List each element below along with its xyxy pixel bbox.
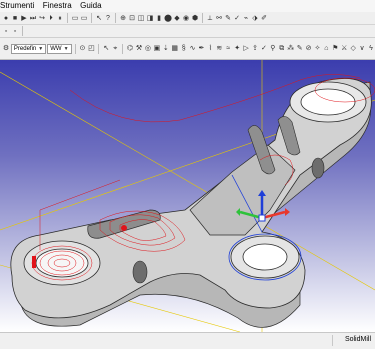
chevron-down-icon: ▼	[63, 45, 69, 52]
step-over-icon[interactable]: ↪	[38, 14, 46, 23]
simulate-icon[interactable]: ▷	[242, 44, 250, 53]
pin-icon[interactable]: ✎	[224, 14, 232, 23]
draw-style-icon[interactable]: ▮	[155, 14, 163, 23]
style-combo-value: Predefin	[13, 45, 37, 52]
annotation-icon[interactable]: ✐	[260, 14, 268, 23]
link-icon[interactable]: ⚯	[215, 14, 223, 23]
fit-selection-icon[interactable]: ◨	[146, 14, 154, 23]
record-macro-icon[interactable]: ●	[2, 14, 10, 23]
waterline-icon[interactable]: ≈	[224, 44, 232, 53]
style-combo[interactable]: Predefin ▼	[10, 43, 47, 54]
array-icon[interactable]: ⁂	[287, 44, 295, 53]
sphere-icon[interactable]: ⬤	[164, 14, 172, 23]
fit-all-icon[interactable]: ◫	[137, 14, 145, 23]
main-toolbar: ● ■ ▶ ⏭ ↪ ⏵ ⏸ ▭ ▭ ↖ ? ⊕ ⊡ ◫ ◨ ▮ ⬤ ◆ ◉ ⬢ …	[0, 12, 375, 25]
fit-icon[interactable]: ◰	[87, 44, 95, 53]
part-icon[interactable]: ◉	[182, 14, 190, 23]
zoom-icon[interactable]: ⊙	[79, 44, 87, 53]
tool-marker	[32, 256, 36, 268]
comment-icon[interactable]: ✎	[296, 44, 304, 53]
toolbit-icon[interactable]: ⚔	[340, 44, 348, 53]
tool-marker	[121, 225, 127, 231]
rapid-move	[69, 79, 301, 123]
step-into-icon[interactable]: ⏭	[29, 14, 37, 23]
pause-icon[interactable]: ⏸	[56, 14, 64, 23]
text-icon[interactable]: ▭	[80, 14, 88, 23]
secondary-toolbar: ▫ ▫	[0, 25, 375, 38]
surface-icon[interactable]: ≋	[215, 44, 223, 53]
macro-icon[interactable]: ⚙	[2, 44, 10, 53]
post-process-icon[interactable]: ⇪	[251, 44, 259, 53]
menu-finestra[interactable]: Finestra	[40, 0, 75, 12]
cube-icon[interactable]: ◆	[173, 14, 181, 23]
face-icon[interactable]: ▦	[171, 44, 179, 53]
toolbar-separator	[98, 43, 100, 54]
status-divider	[332, 335, 333, 346]
open-icon[interactable]: ▫	[11, 27, 19, 36]
play-macro-icon[interactable]: ▶	[20, 14, 28, 23]
probe-icon[interactable]: ⚑	[331, 44, 339, 53]
bottom-bore-hole	[242, 243, 288, 271]
document-icon[interactable]: ▭	[71, 14, 79, 23]
toolbar-separator	[202, 13, 203, 23]
toolbar-separator	[122, 43, 124, 54]
zoom-in-icon[interactable]: ⊕	[119, 14, 127, 23]
stop-op-icon[interactable]: ⊘	[305, 44, 313, 53]
menu-guida[interactable]: Guida	[77, 0, 104, 12]
axis-origin	[258, 214, 266, 222]
marker-icon[interactable]: ⬗	[251, 14, 259, 23]
inspect-icon[interactable]: ⚲	[269, 44, 277, 53]
custom-icon[interactable]: ✧	[314, 44, 322, 53]
bookmark-icon[interactable]: ✓	[233, 14, 241, 23]
area-icon[interactable]: ◇	[349, 44, 357, 53]
toolbar-separator	[115, 13, 116, 23]
model-scene	[0, 60, 375, 332]
sanity-icon[interactable]: ✓	[260, 44, 268, 53]
debug-icon[interactable]: ⏵	[47, 14, 55, 23]
body-icon[interactable]: ⬢	[191, 14, 199, 23]
copy-op-icon[interactable]: ⧉	[278, 44, 286, 53]
side-hole	[311, 157, 325, 179]
mode-combo-value: WW	[50, 45, 62, 52]
pointer-icon[interactable]: ↖	[95, 14, 103, 23]
deburr-icon[interactable]: ⌇	[206, 44, 214, 53]
profile-icon[interactable]: ◎	[144, 44, 152, 53]
dressup-icon[interactable]: ✦	[233, 44, 241, 53]
menu-bar: Strumenti Finestra Guida	[0, 0, 375, 12]
toolbar-separator	[22, 26, 23, 36]
zoom-box-icon[interactable]: ⊡	[128, 14, 136, 23]
thread-icon[interactable]: ϟ	[367, 44, 375, 53]
status-brand: SolidMill	[344, 336, 371, 343]
vcarve-icon[interactable]: ∨	[358, 44, 366, 53]
help-icon[interactable]: ?	[104, 14, 112, 23]
helix-icon[interactable]: §	[180, 44, 188, 53]
toolbar-separator	[91, 13, 92, 23]
fixture-icon[interactable]: ⌂	[322, 44, 330, 53]
tool-icon[interactable]: ⚒	[135, 44, 143, 53]
adaptive-icon[interactable]: ∿	[189, 44, 197, 53]
bracket-part	[10, 78, 372, 328]
chevron-down-icon: ▼	[38, 45, 44, 52]
pocket-icon[interactable]: ▣	[153, 44, 161, 53]
drill-icon[interactable]: ⇣	[162, 44, 170, 53]
engrave-icon[interactable]: ✒	[198, 44, 206, 53]
toolbar-separator	[74, 43, 76, 54]
job-icon[interactable]: ⌬	[126, 44, 134, 53]
stop-macro-icon[interactable]: ■	[11, 14, 19, 23]
new-file-icon[interactable]: ▫	[2, 27, 10, 36]
tag-icon[interactable]: ⌁	[242, 14, 250, 23]
cursor-icon[interactable]: ↖	[102, 44, 110, 53]
lower-side-hole	[132, 260, 148, 284]
3d-viewport[interactable]	[0, 60, 375, 332]
menu-strumenti[interactable]: Strumenti	[0, 0, 37, 12]
workbench-toolbar: ⚙ Predefin ▼ WW ▼ ⊙ ◰ ↖ ⌖ ⌬ ⚒ ◎ ▣ ⇣ ▦ § …	[0, 38, 375, 60]
axis-x-arrow	[285, 208, 290, 216]
status-bar: SolidMill	[0, 332, 375, 349]
left-bore-hole	[35, 248, 89, 278]
measure-icon[interactable]: ⟂	[206, 14, 214, 23]
mode-combo[interactable]: WW ▼	[47, 43, 72, 54]
select-icon[interactable]: ⌖	[111, 44, 119, 53]
toolbar-separator	[67, 13, 68, 23]
